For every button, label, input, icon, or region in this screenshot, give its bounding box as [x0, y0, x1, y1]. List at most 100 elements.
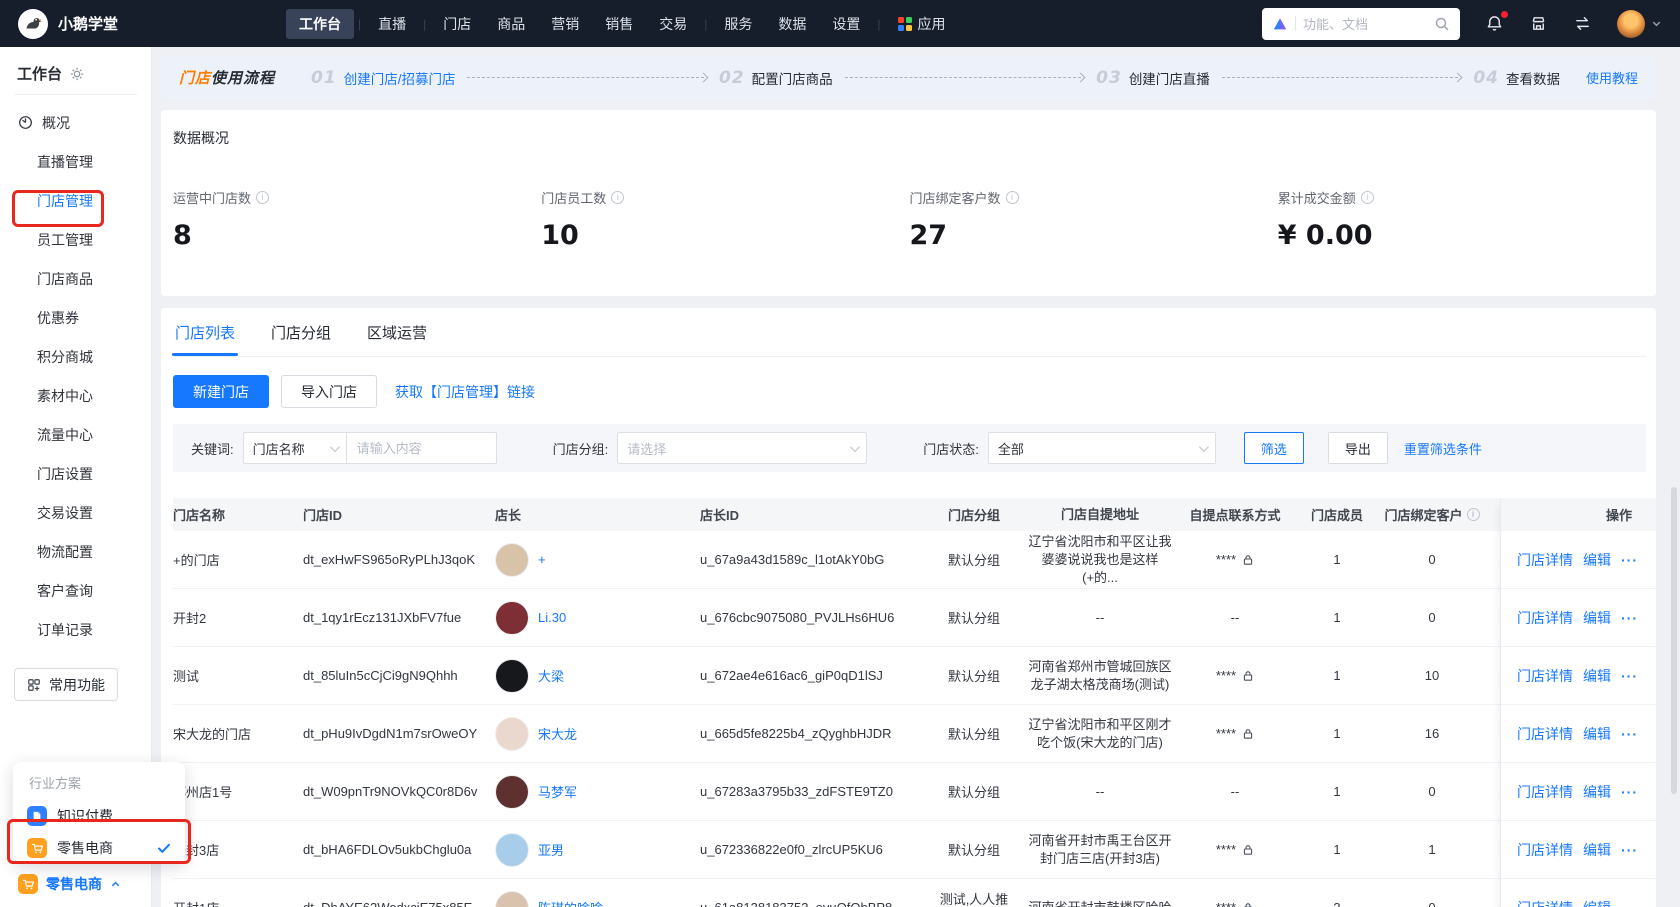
edit-link[interactable]: 编辑: [1583, 724, 1611, 744]
gear-icon[interactable]: [70, 67, 84, 81]
manager-name-link[interactable]: 马梦军: [538, 782, 577, 801]
edit-link[interactable]: 编辑: [1583, 666, 1611, 686]
more-actions-icon[interactable]: ···: [1621, 668, 1638, 684]
sidebar-item-order-records[interactable]: 订单记录: [0, 610, 151, 649]
nav-marketing[interactable]: 营销: [538, 9, 592, 39]
notification-bell-icon[interactable]: [1485, 11, 1508, 33]
sidebar-item-store-settings[interactable]: 门店设置: [0, 454, 151, 493]
main-content: 门店使用流程 01 创建门店/招募门店 02 配置门店商品 03 创建门店直播 …: [153, 47, 1680, 907]
account-menu[interactable]: [1617, 9, 1662, 38]
store-detail-link[interactable]: 门店详情: [1517, 840, 1573, 860]
manager-name-link[interactable]: 亚男: [538, 840, 564, 859]
vertical-scrollbar[interactable]: [1671, 487, 1677, 794]
table-row: +的门店 dt_exHwFS965oRyPLhJ3qoK + u_67a9a43…: [173, 531, 1646, 589]
pickup-address: --: [1095, 783, 1105, 799]
shop-icon[interactable]: [1529, 14, 1548, 33]
tab-store-list[interactable]: 门店列表: [171, 322, 239, 356]
row-actions: 门店详情 编辑 ···: [1501, 763, 1656, 821]
filter-button[interactable]: 筛选: [1243, 432, 1304, 464]
nav-data[interactable]: 数据: [765, 9, 819, 39]
search-divider: [1295, 16, 1296, 31]
manager-id: u_672336822e0f0_zlrcUP5KU6: [700, 842, 883, 857]
reset-filters-link[interactable]: 重置筛选条件: [1404, 439, 1482, 458]
sidebar-item-trade-settings[interactable]: 交易设置: [0, 493, 151, 532]
get-store-mgmt-link[interactable]: 获取【门店管理】链接: [395, 382, 535, 402]
fixed-action-column: 操作 门店详情 编辑 ··· 门店详情 编辑 ··· 门店详情 编辑 ··· 门…: [1500, 498, 1656, 907]
manager-name-link[interactable]: +: [538, 552, 546, 567]
edit-link[interactable]: 编辑: [1583, 608, 1611, 628]
sidebar-item-live-mgmt[interactable]: 直播管理: [0, 142, 151, 181]
store-detail-link[interactable]: 门店详情: [1517, 898, 1573, 907]
sidebar-footer-retail[interactable]: 零售电商: [18, 874, 121, 894]
flow-title: 门店使用流程: [179, 70, 276, 87]
search-input[interactable]: 功能、文档: [1262, 7, 1460, 40]
chevron-down-icon: [850, 441, 861, 452]
store-status-select[interactable]: 全部: [987, 432, 1216, 464]
nav-service[interactable]: 服务: [711, 9, 765, 39]
export-button[interactable]: 导出: [1327, 432, 1388, 464]
sidebar-item-logistics[interactable]: 物流配置: [0, 532, 151, 571]
store-detail-link[interactable]: 门店详情: [1517, 782, 1573, 802]
more-actions-icon[interactable]: ···: [1621, 610, 1638, 626]
nav-sales[interactable]: 销售: [592, 9, 646, 39]
sidebar-item-overview[interactable]: 概况: [0, 103, 151, 142]
header-store-id: 门店ID: [303, 508, 343, 523]
sidebar-item-material-center[interactable]: 素材中心: [0, 376, 151, 415]
nav-apps[interactable]: 应用: [885, 9, 959, 39]
nav-settings[interactable]: 设置: [819, 9, 873, 39]
nav-store[interactable]: 门店: [430, 9, 484, 39]
member-count: 1: [1333, 842, 1341, 857]
tab-store-groups[interactable]: 门店分组: [271, 322, 331, 356]
sidebar-item-store-mgmt[interactable]: 门店管理: [0, 181, 151, 220]
chevron-down-icon: [1651, 18, 1662, 29]
sidebar-item-coupons[interactable]: 优惠券: [0, 298, 151, 337]
store-detail-link[interactable]: 门店详情: [1517, 608, 1573, 628]
switch-account-icon[interactable]: [1573, 14, 1592, 33]
user-avatar[interactable]: [1617, 9, 1645, 38]
edit-link[interactable]: 编辑: [1583, 898, 1611, 907]
sidebar-item-customer-query[interactable]: 客户查询: [0, 571, 151, 610]
search-icon[interactable]: [1434, 16, 1450, 32]
store-group-select[interactable]: 请选择: [617, 432, 868, 464]
more-actions-icon[interactable]: ···: [1621, 784, 1638, 800]
store-detail-link[interactable]: 门店详情: [1517, 666, 1573, 686]
flow-steps: 01 创建门店/招募门店 02 配置门店商品 03 创建门店直播 04 查看数据: [311, 68, 1560, 88]
more-actions-icon[interactable]: ···: [1621, 900, 1638, 907]
tutorial-link[interactable]: 使用教程: [1586, 68, 1638, 87]
manager-cell: Li.30: [495, 600, 700, 635]
edit-link[interactable]: 编辑: [1583, 550, 1611, 570]
nav-live[interactable]: 直播: [365, 9, 419, 39]
store-name: 宋大龙的门店: [173, 727, 252, 742]
keyword-type-select[interactable]: 门店名称: [242, 432, 347, 464]
manager-cell: 宋大龙: [495, 716, 700, 751]
sidebar-item-store-goods[interactable]: 门店商品: [0, 259, 151, 298]
more-actions-icon[interactable]: ···: [1621, 726, 1638, 742]
popup-item-knowledge[interactable]: 知识付费: [13, 800, 185, 832]
manager-name-link[interactable]: Li.30: [538, 610, 566, 625]
quick-functions-button[interactable]: 常用功能: [14, 668, 118, 701]
stat-block: 累计成交金额 i ¥ 0.00: [1278, 188, 1646, 251]
nav-goods[interactable]: 商品: [484, 9, 538, 39]
nav-workbench[interactable]: 工作台: [286, 8, 355, 39]
edit-link[interactable]: 编辑: [1583, 840, 1611, 860]
cart-icon: [18, 874, 38, 894]
more-actions-icon[interactable]: ···: [1621, 552, 1638, 568]
manager-name-link[interactable]: 陈琪的啥啥: [538, 898, 603, 907]
more-actions-icon[interactable]: ···: [1621, 842, 1638, 858]
sidebar-item-staff-mgmt[interactable]: 员工管理: [0, 220, 151, 259]
popup-item-retail[interactable]: 零售电商: [13, 832, 185, 864]
manager-name-link[interactable]: 大梁: [538, 666, 564, 685]
import-store-button[interactable]: 导入门店: [281, 375, 377, 408]
keyword-input[interactable]: [346, 432, 497, 464]
flow-step-1[interactable]: 01 创建门店/招募门店: [311, 68, 455, 88]
sidebar-item-points-mall[interactable]: 积分商城: [0, 337, 151, 376]
edit-link[interactable]: 编辑: [1583, 782, 1611, 802]
table-row: 开封3店 dt_bHA6FDLOv5ukbChglu0a 亚男 u_672336…: [173, 821, 1646, 879]
sidebar-item-traffic-center[interactable]: 流量中心: [0, 415, 151, 454]
create-store-button[interactable]: 新建门店: [173, 375, 269, 408]
manager-name-link[interactable]: 宋大龙: [538, 724, 577, 743]
store-detail-link[interactable]: 门店详情: [1517, 724, 1573, 744]
store-detail-link[interactable]: 门店详情: [1517, 550, 1573, 570]
tab-regional-ops[interactable]: 区域运营: [367, 322, 427, 356]
nav-trade[interactable]: 交易: [646, 9, 700, 39]
